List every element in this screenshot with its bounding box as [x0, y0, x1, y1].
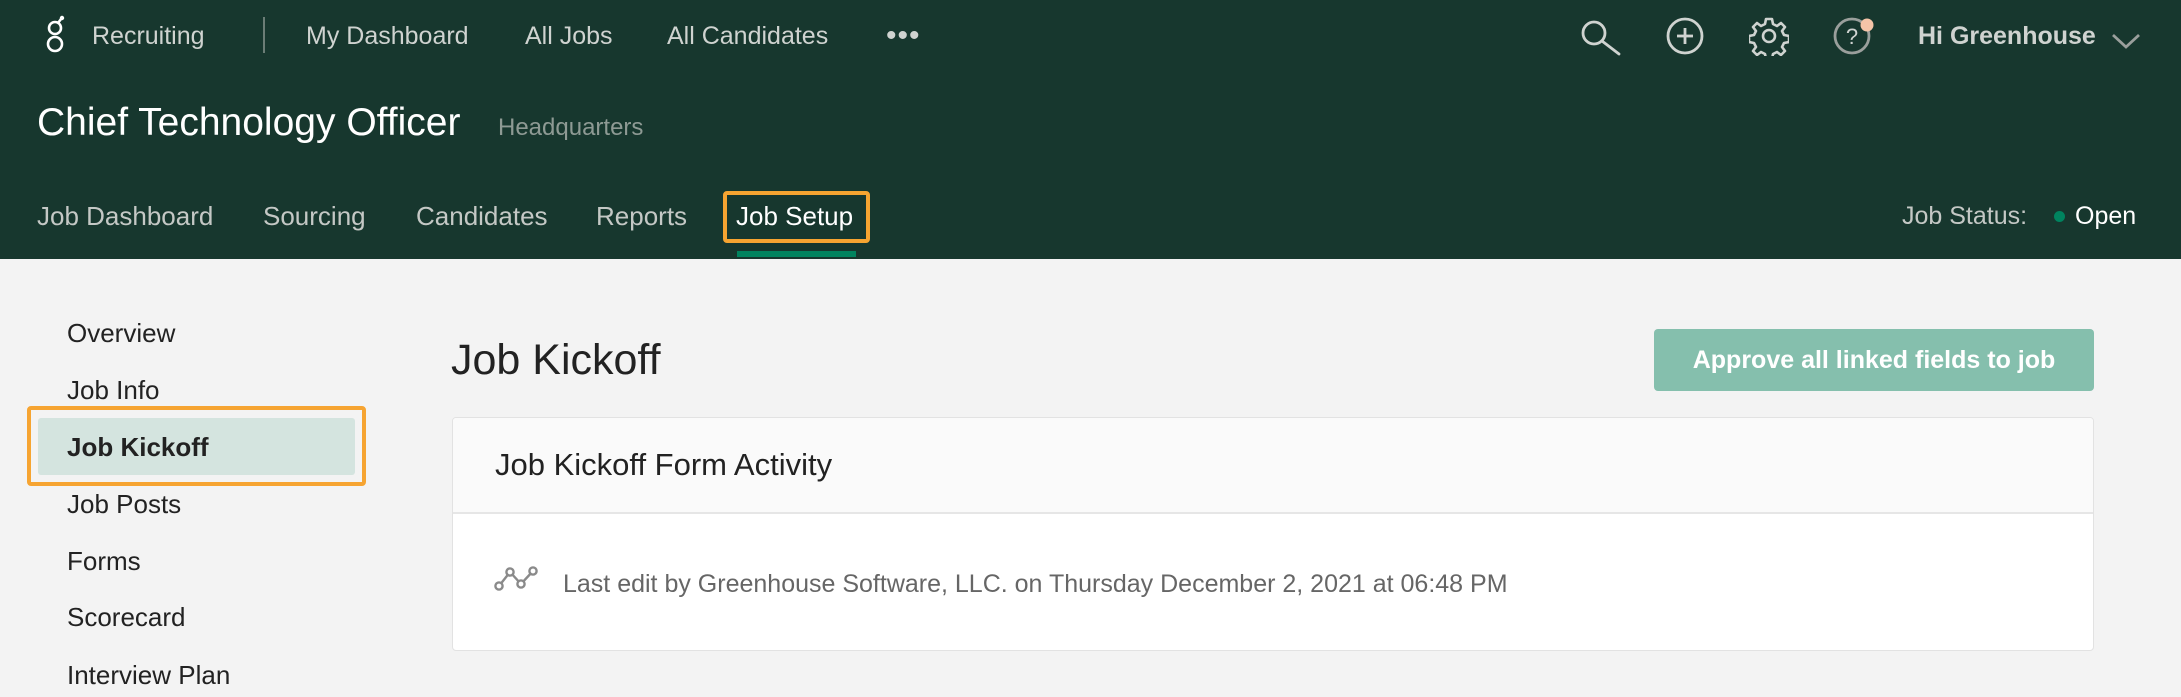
card-header: Job Kickoff Form Activity — [453, 418, 2093, 514]
svg-text:?: ? — [1846, 24, 1858, 49]
tab-job-dashboard[interactable]: Job Dashboard — [37, 200, 213, 232]
tab-job-setup[interactable]: Job Setup — [736, 200, 853, 232]
status-dot-icon — [2054, 211, 2065, 222]
activity-icon — [494, 566, 538, 591]
notification-dot — [1860, 18, 1874, 32]
sidebar-item-scorecard[interactable]: Scorecard — [67, 601, 186, 633]
user-menu[interactable]: Hi Greenhouse — [1918, 21, 2096, 51]
job-title: Chief Technology Officer — [37, 101, 461, 144]
page-title: Job Kickoff — [451, 336, 661, 384]
nav-my-dashboard[interactable]: My Dashboard — [306, 21, 469, 51]
chevron-down-icon[interactable] — [2110, 30, 2142, 52]
job-status-label: Job Status: — [1902, 202, 2028, 230]
sidebar-item-overview[interactable]: Overview — [67, 317, 175, 349]
job-status-value[interactable]: Open — [2075, 201, 2136, 231]
card-title: Job Kickoff Form Activity — [495, 447, 833, 482]
tab-sourcing[interactable]: Sourcing — [263, 200, 366, 232]
tab-candidates[interactable]: Candidates — [416, 200, 548, 232]
sidebar-item-job-kickoff[interactable]: Job Kickoff — [67, 431, 209, 463]
nav-all-jobs[interactable]: All Jobs — [525, 21, 613, 51]
last-edit-text: Last edit by Greenhouse Software, LLC. o… — [563, 570, 1508, 598]
sidebar-item-forms[interactable]: Forms — [67, 545, 141, 577]
greenhouse-logo-icon[interactable] — [44, 14, 68, 54]
app-name-recruiting[interactable]: Recruiting — [92, 21, 205, 51]
nav-divider — [263, 17, 265, 53]
app-header: Recruiting My Dashboard All Jobs All Can… — [0, 0, 2181, 259]
active-tab-indicator — [737, 251, 856, 257]
settings-gear-icon[interactable] — [1749, 16, 1789, 56]
sidebar-item-job-posts[interactable]: Job Posts — [67, 488, 181, 520]
search-icon[interactable] — [1580, 18, 1624, 58]
job-location: Headquarters — [498, 114, 644, 141]
add-icon[interactable] — [1665, 16, 1705, 56]
tab-reports[interactable]: Reports — [596, 200, 687, 232]
sidebar-item-job-info[interactable]: Job Info — [67, 374, 160, 406]
nav-all-candidates[interactable]: All Candidates — [667, 21, 828, 51]
help-icon[interactable]: ? — [1833, 14, 1877, 56]
approve-linked-fields-button[interactable]: Approve all linked fields to job — [1654, 329, 2094, 391]
more-menu-icon[interactable]: ••• — [886, 21, 921, 51]
form-activity-card: Job Kickoff Form Activity Last edit by G… — [452, 417, 2094, 651]
sidebar-item-interview-plan[interactable]: Interview Plan — [67, 659, 230, 691]
